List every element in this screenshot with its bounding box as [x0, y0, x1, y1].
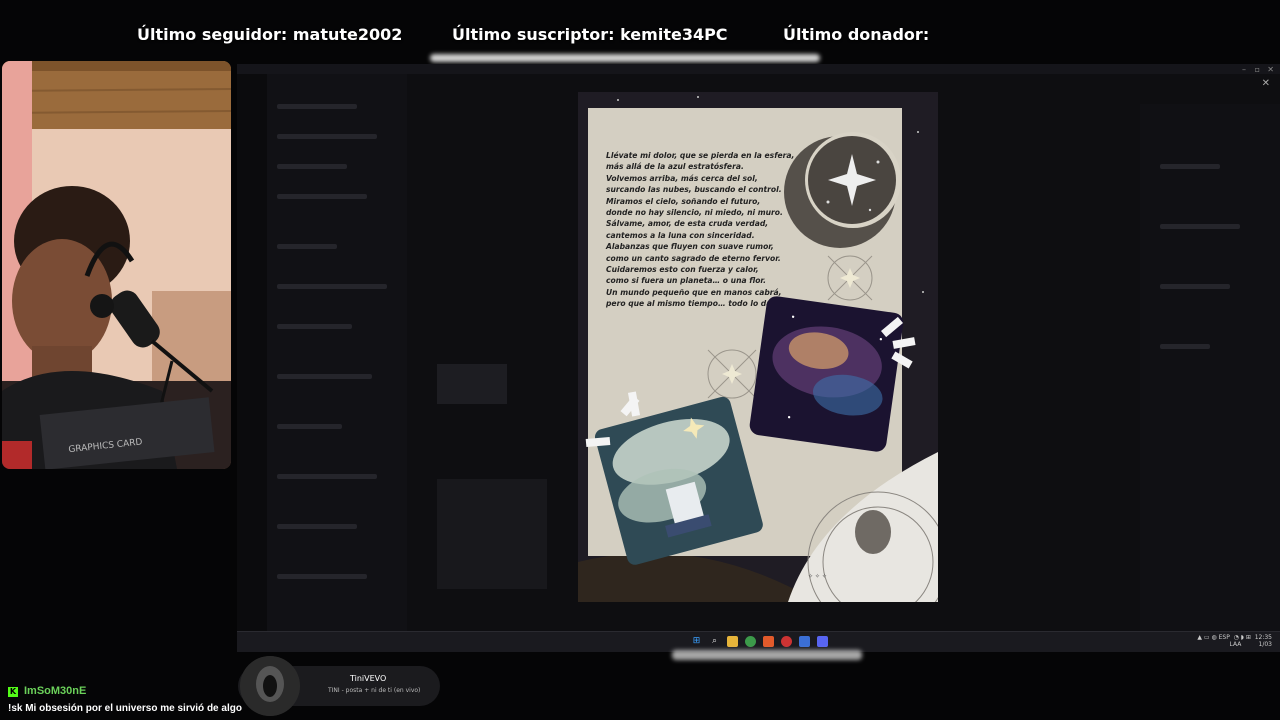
discord-icon[interactable]	[817, 636, 828, 647]
overlay-glow-divider	[430, 54, 820, 62]
astrolabe-illustration: ✧ ✧ ✧	[788, 452, 938, 602]
stream-overlay-header: Último seguidor: matute2002 Último suscr…	[0, 0, 1280, 62]
chat-message: K ImSoM30nE !sk Mi obsesión por el univer…	[8, 679, 242, 714]
dimmed-attachment	[437, 364, 507, 404]
chat-user-row: K ImSoM30nE	[8, 679, 238, 698]
channel-list	[267, 74, 407, 634]
member-list	[1140, 104, 1280, 644]
poster-image: Llévate mi dolor, que se pierda en la es…	[578, 92, 938, 602]
nebula-photo	[749, 296, 904, 452]
chrome-icon[interactable]	[745, 636, 756, 647]
latest-subscriber-label: Último suscriptor: kemite34PC	[452, 25, 728, 44]
brave-icon[interactable]	[763, 636, 774, 647]
sparkle-icon	[827, 255, 873, 301]
latest-donor-label: Último donador:	[783, 25, 930, 44]
system-tray[interactable]: ▲ ▭ ◍ ESP ◔ ◗ ⊞ 12:35 LAA 1/03	[1197, 634, 1272, 648]
astronaut-photo	[594, 396, 763, 565]
window-close-icon[interactable]: ✕	[1267, 65, 1274, 74]
maximize-icon[interactable]: ▫	[1255, 65, 1260, 74]
close-icon[interactable]: ✕	[1262, 78, 1270, 89]
moon-star-icon	[784, 132, 901, 248]
opera-icon[interactable]	[781, 636, 792, 647]
sparkle-icon	[707, 349, 757, 399]
now-playing-artist: TiniVEVO	[350, 674, 387, 683]
minimize-icon[interactable]: –	[1242, 65, 1246, 74]
app-icon[interactable]	[799, 636, 810, 647]
file-explorer-icon[interactable]	[727, 636, 738, 647]
svg-text:✧ ✧ ✧: ✧ ✧ ✧	[808, 573, 827, 580]
webcam-image: GRAPHICS CARD	[2, 61, 231, 469]
chat-username: ImSoM30nE	[24, 685, 87, 697]
poster-decorations: ✧ ✧ ✧	[585, 132, 938, 602]
start-menu-icon[interactable]: ⊞	[691, 636, 702, 647]
search-icon[interactable]: ⌕	[709, 636, 720, 647]
server-sidebar	[237, 74, 267, 634]
now-playing-track: TINI - posta + ni de ti (en vivo)	[328, 687, 421, 694]
kick-icon: K	[8, 687, 18, 697]
window-titlebar: – ▫ ✕	[237, 64, 1280, 74]
album-art-image	[240, 656, 300, 716]
windows-taskbar: ⊞ ⌕ ▲ ▭ ◍ ESP ◔ ◗ ⊞ 12:35 LAA 1/03	[237, 631, 1280, 652]
chat-message-text: !sk Mi obsesión por el universo me sirvi…	[8, 703, 242, 714]
dimmed-attachment	[437, 479, 547, 589]
webcam-feed: GRAPHICS CARD	[2, 61, 231, 469]
latest-follower-label: Último seguidor: matute2002	[137, 25, 403, 44]
bottom-glow-divider	[672, 650, 862, 660]
album-art	[240, 656, 300, 716]
